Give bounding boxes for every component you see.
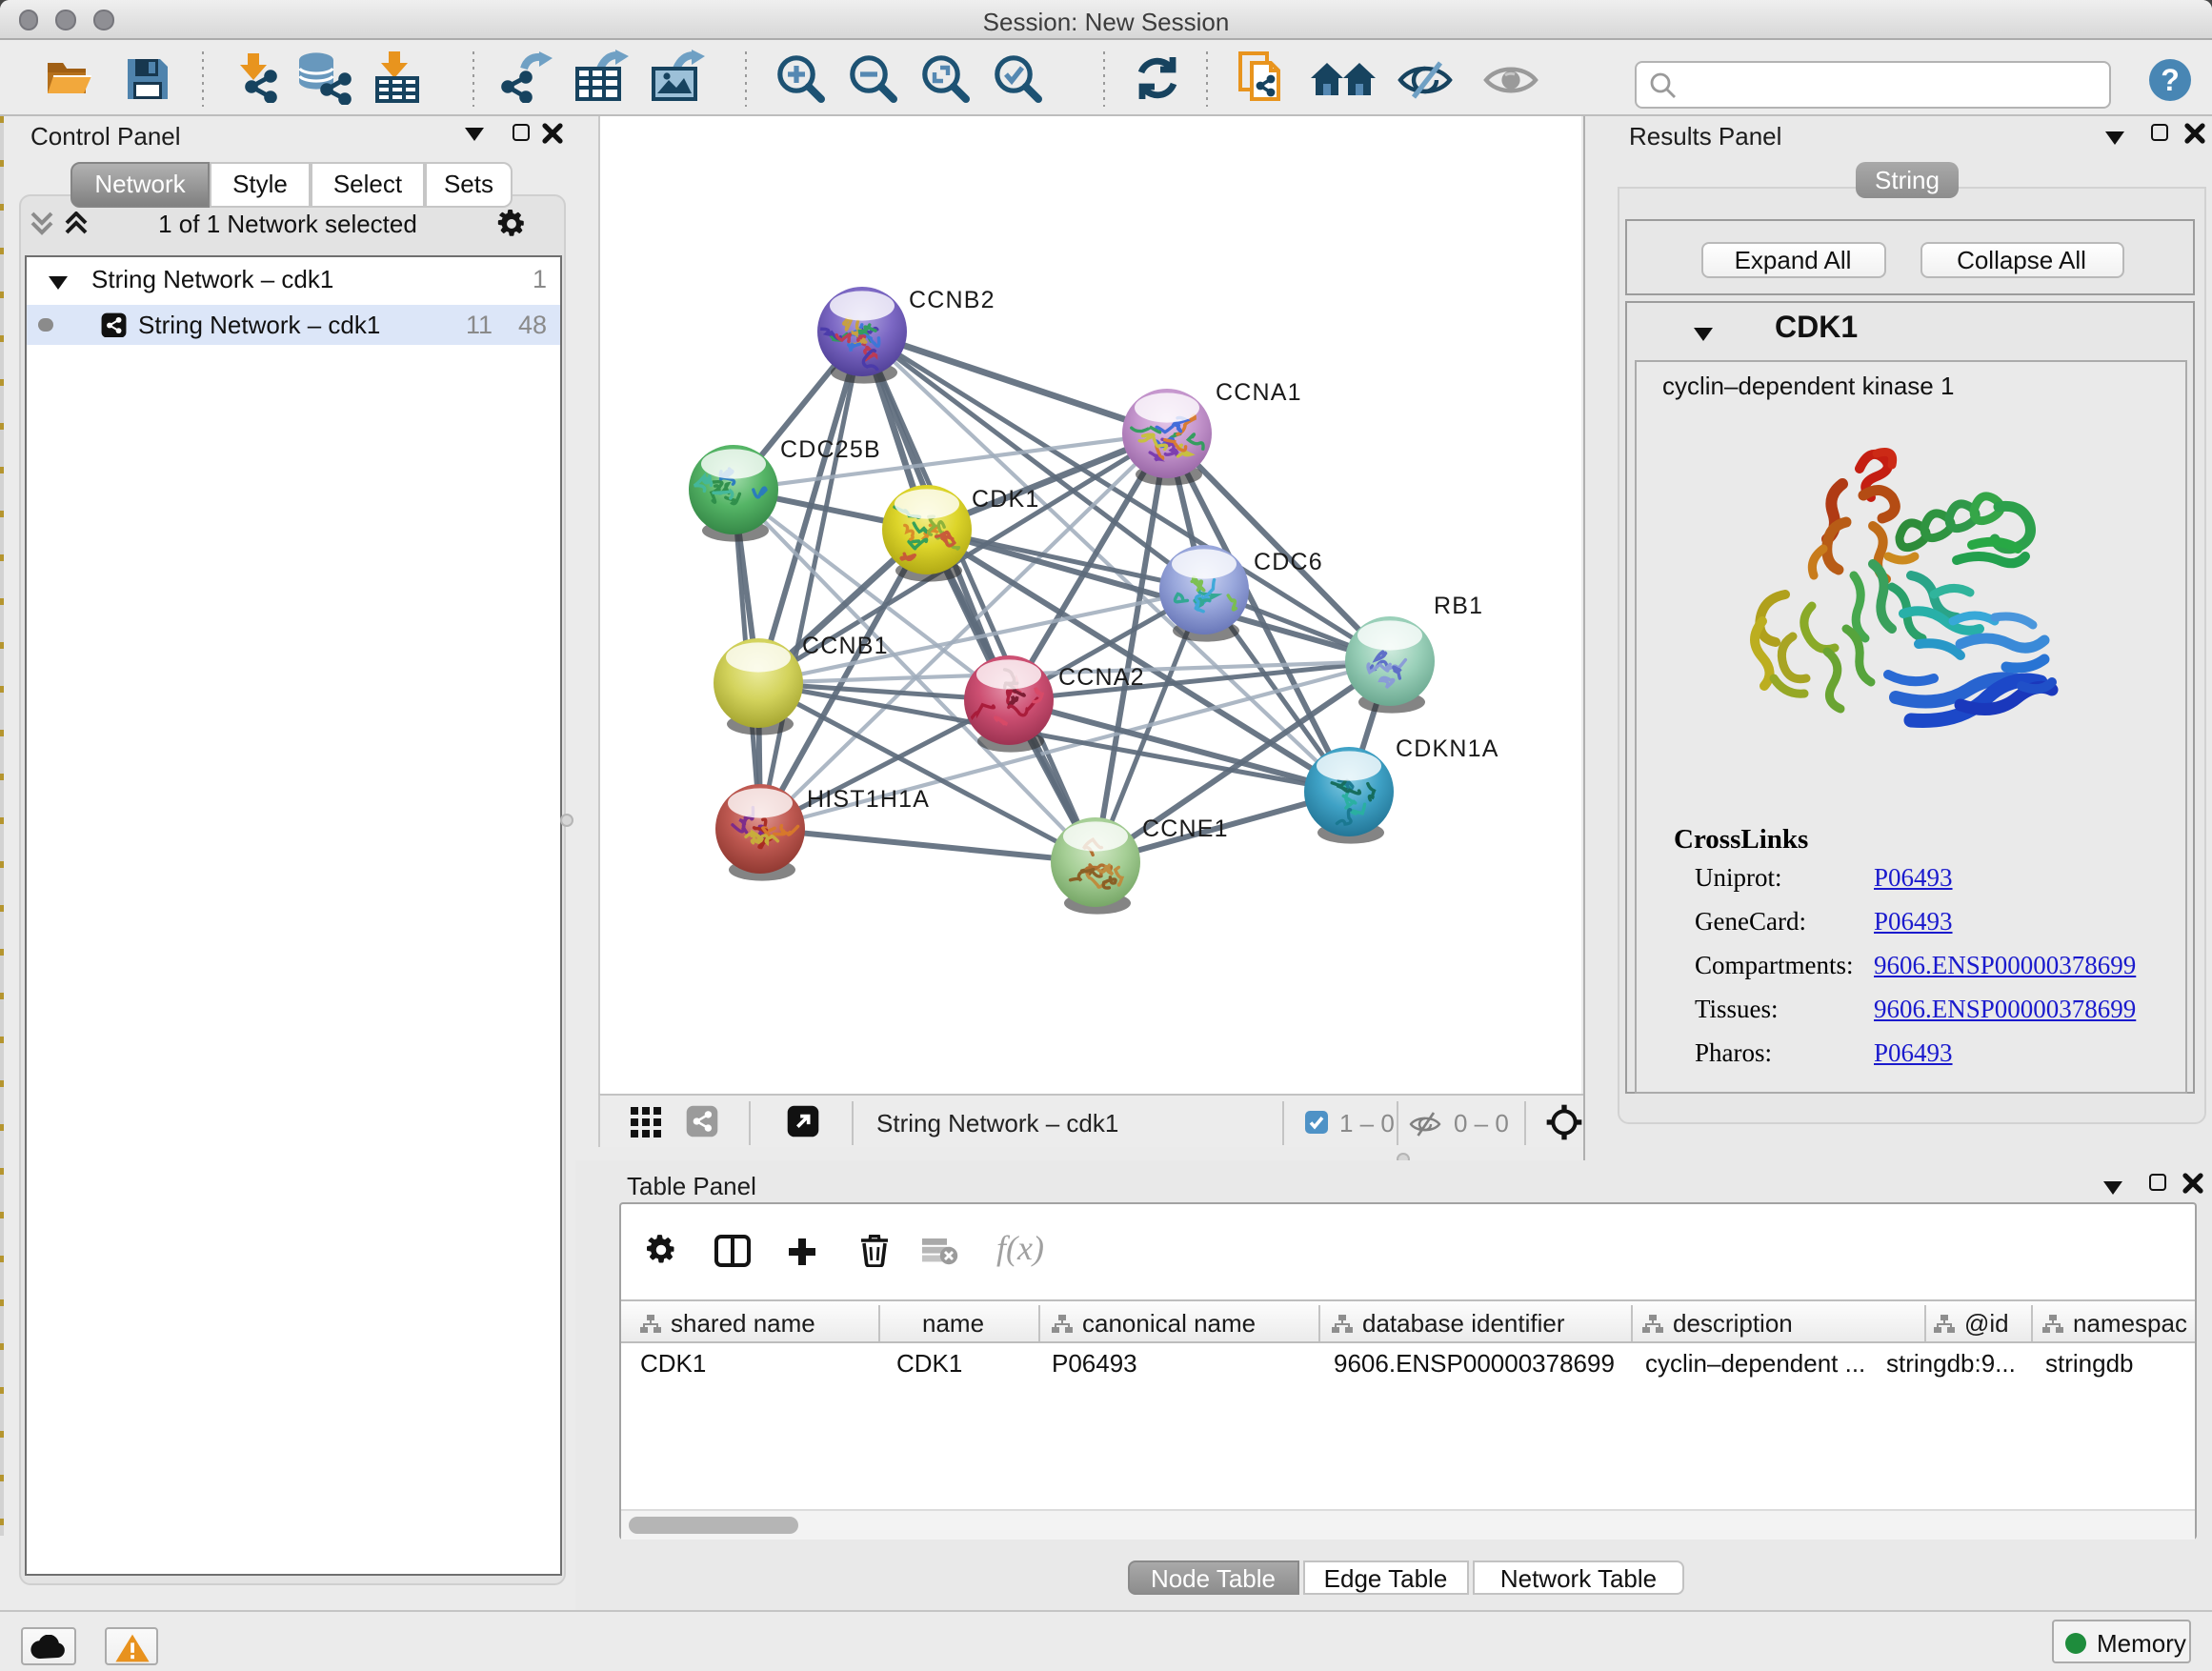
svg-text:CCNB1: CCNB1 (802, 633, 889, 659)
svg-text:CCNB2: CCNB2 (909, 287, 995, 313)
svg-text:CCNA2: CCNA2 (1058, 664, 1145, 691)
svg-text:HIST1H1A: HIST1H1A (807, 786, 930, 813)
svg-text:CCNA1: CCNA1 (1216, 379, 1302, 406)
svg-text:?: ? (2161, 62, 2180, 96)
svg-text:CCNE1: CCNE1 (1142, 815, 1229, 842)
svg-text:CDC6: CDC6 (1254, 549, 1323, 575)
svg-text:CDKN1A: CDKN1A (1396, 735, 1499, 762)
svg-text:RB1: RB1 (1434, 593, 1483, 619)
svg-text:CDK1: CDK1 (972, 486, 1040, 513)
svg-text:CDC25B: CDC25B (780, 436, 881, 463)
